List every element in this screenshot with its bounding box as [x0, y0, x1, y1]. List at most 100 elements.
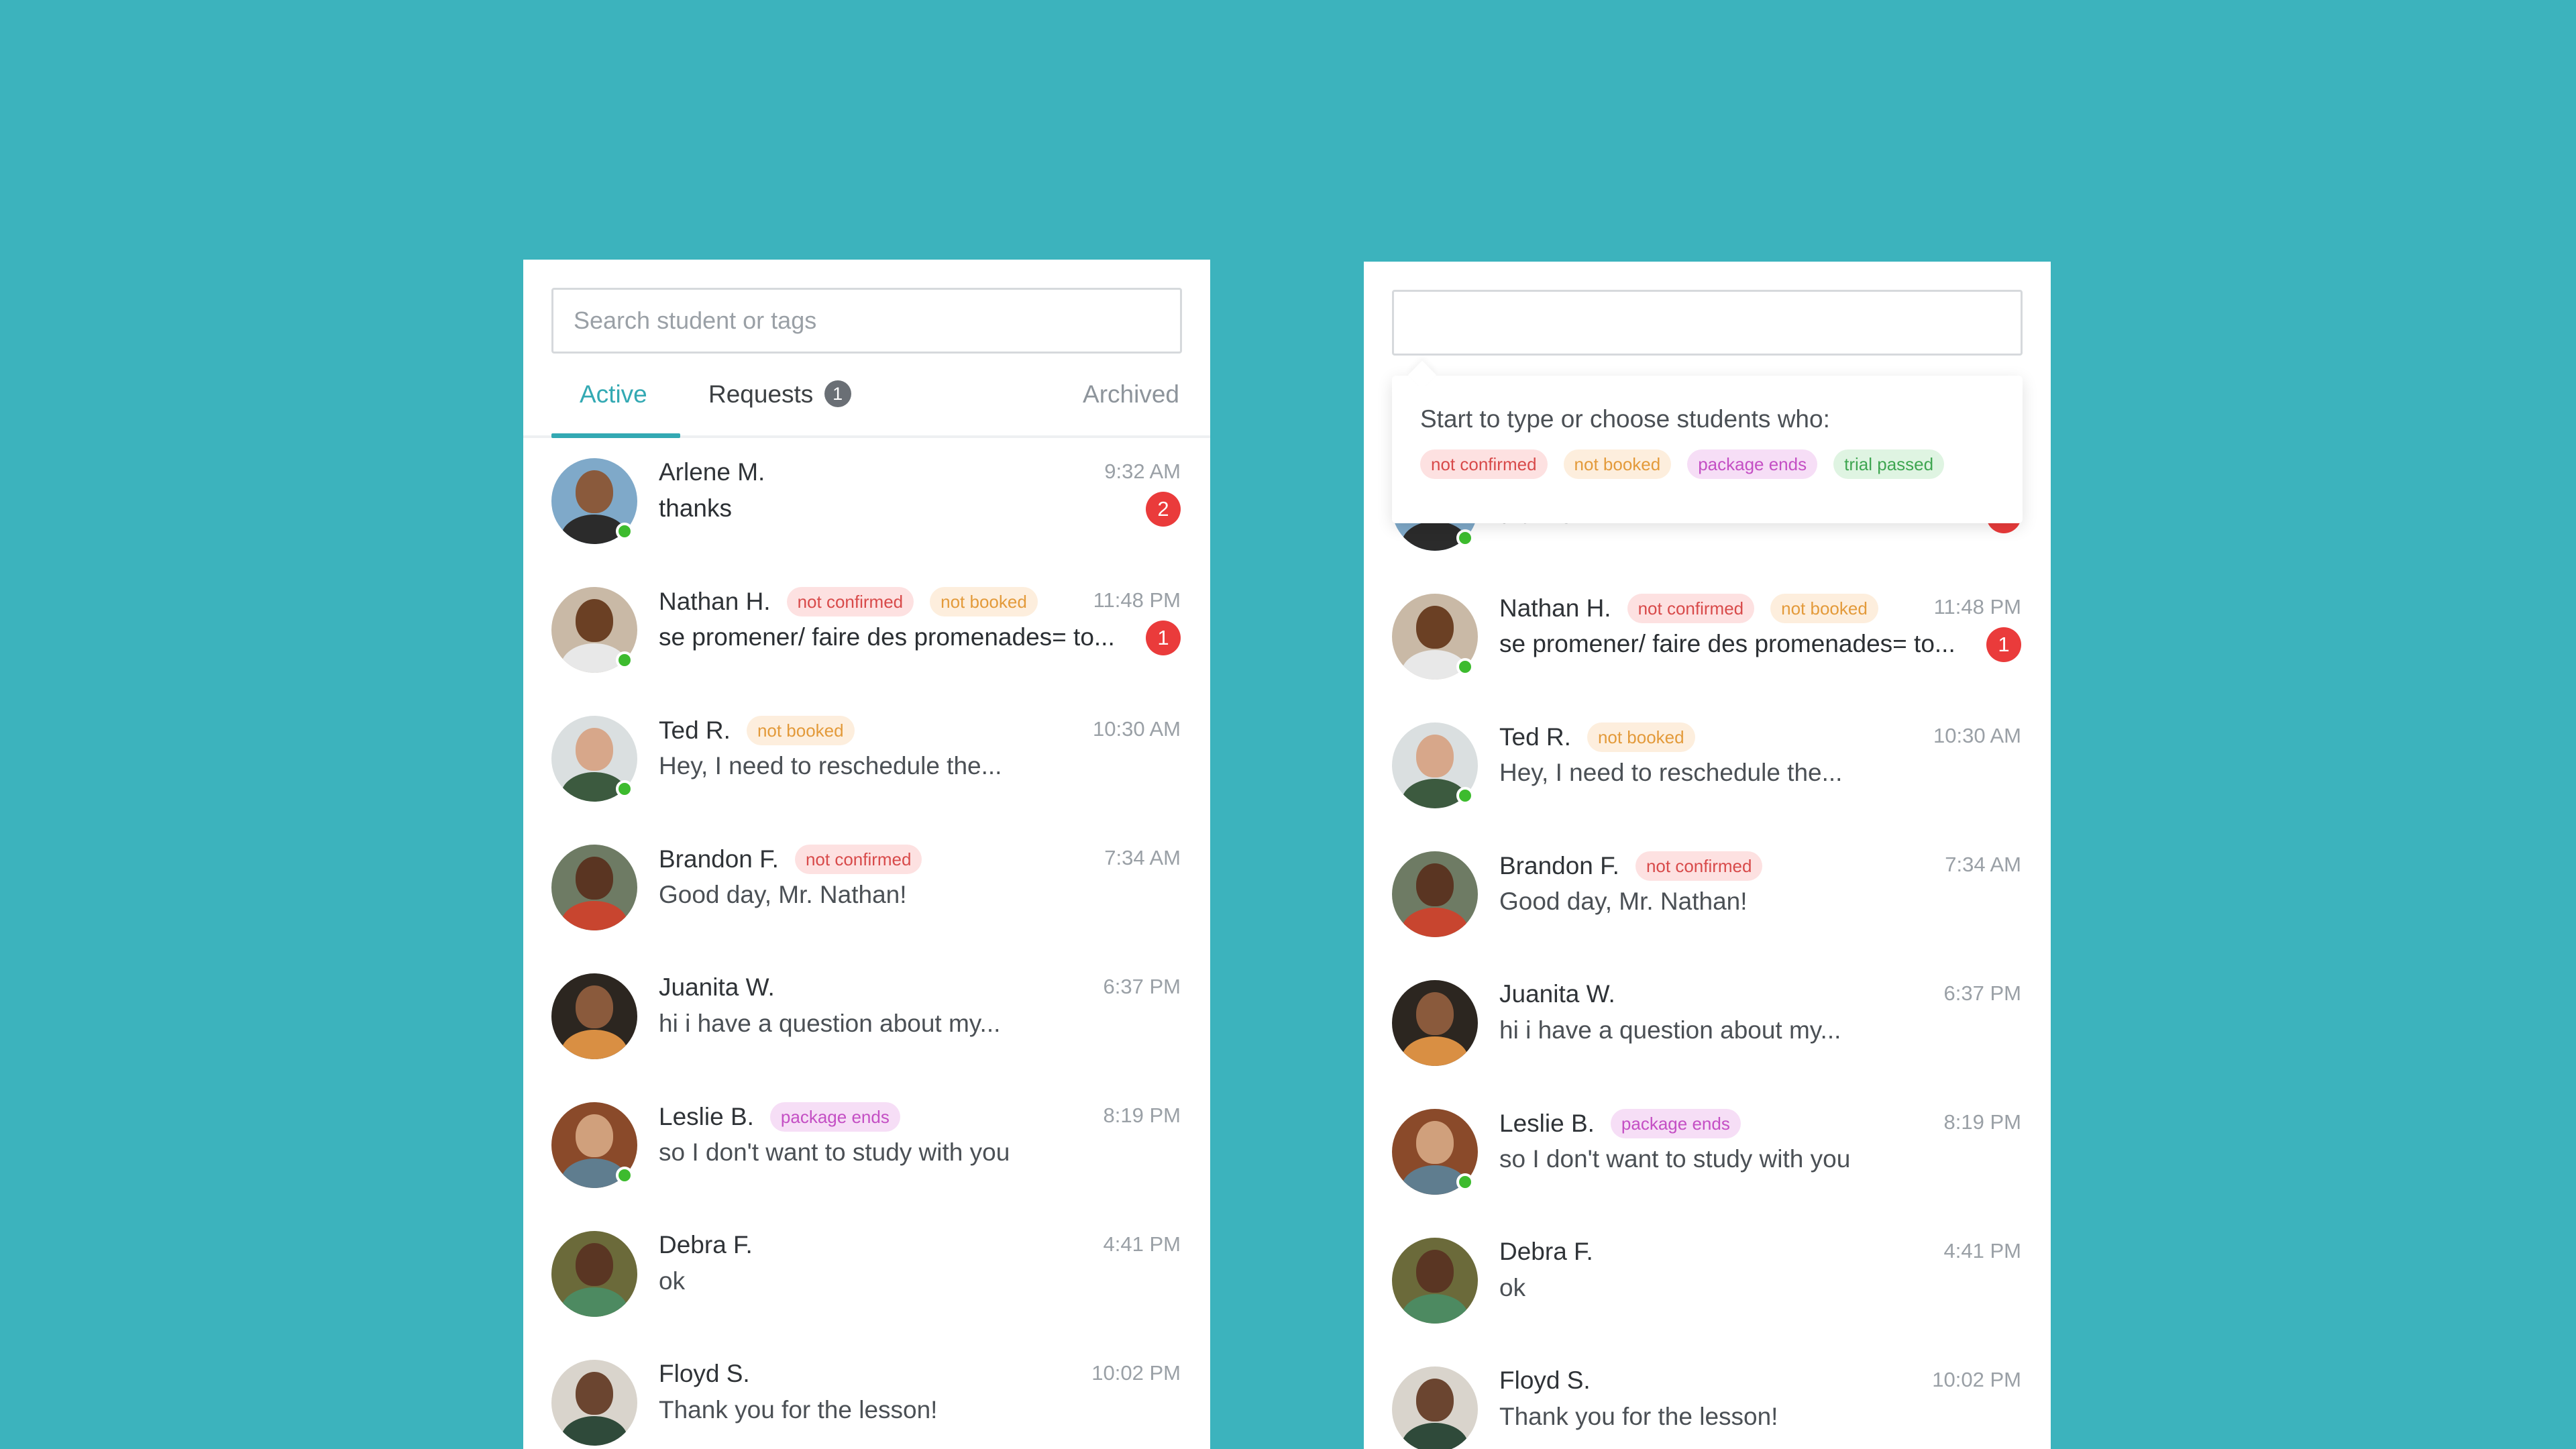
tag-package-ends: package ends: [769, 1102, 900, 1132]
conversation-list: Arlene M. thanks 9:32 AM 2 Nathan H. not…: [1364, 454, 2051, 1449]
tag-not-booked: not booked: [1770, 594, 1878, 623]
last-message-preview: Hey, I need to reschedule the...: [1499, 759, 1843, 786]
last-message-preview: thanks: [659, 494, 733, 522]
student-name: Juanita W.: [659, 973, 775, 1001]
filter-tag-package-ends[interactable]: package ends: [1687, 449, 1818, 479]
last-message-preview: so I don't want to study with you: [659, 1138, 1010, 1166]
avatar[interactable]: [1392, 851, 1478, 937]
tag-not-confirmed: not confirmed: [786, 587, 914, 616]
conversation-row[interactable]: Ted R. not booked Hey, I need to resched…: [1364, 712, 2051, 841]
tag-not-booked: not booked: [746, 716, 855, 745]
student-name-line: Nathan H. not confirmed not booked: [1499, 594, 1878, 623]
conversation-row[interactable]: Arlene M. thanks 9:32 AM 2: [523, 447, 1210, 576]
avatar[interactable]: [1392, 1366, 1478, 1449]
chat-list-panel-default: Search student or tags Active Requests 1…: [523, 260, 1210, 1449]
tab-archived[interactable]: Archived: [1083, 380, 1179, 409]
message-timestamp: 10:30 AM: [1093, 717, 1181, 741]
chat-list-panel-filter-open: Start to type or choose students who: no…: [1364, 262, 2051, 1449]
last-message-preview: Good day, Mr. Nathan!: [659, 881, 907, 908]
avatar[interactable]: [1392, 1238, 1478, 1324]
unread-count-badge: 1: [1986, 627, 2021, 662]
last-message-preview: hi i have a question about my...: [1499, 1016, 1841, 1044]
conversation-row[interactable]: Juanita W. hi i have a question about my…: [523, 963, 1210, 1091]
avatar[interactable]: [551, 845, 637, 930]
message-timestamp: 7:34 AM: [1945, 853, 2021, 876]
message-timestamp: 4:41 PM: [1103, 1232, 1181, 1256]
message-timestamp: 10:02 PM: [1091, 1361, 1181, 1385]
online-status-icon: [1456, 658, 1474, 676]
student-name-line: Debra F.: [1499, 1238, 1593, 1266]
conversation-tabs: Active Requests 1 Archived: [523, 367, 1210, 438]
student-name: Arlene M.: [659, 458, 765, 486]
last-message-preview: so I don't want to study with you: [1499, 1145, 1851, 1173]
dropdown-title: Start to type or choose students who:: [1420, 405, 1830, 433]
conversation-row[interactable]: Brandon F. not confirmed Good day, Mr. N…: [1364, 841, 2051, 969]
student-name-line: Leslie B. package ends: [659, 1102, 900, 1132]
message-timestamp: 10:02 PM: [1932, 1368, 2021, 1391]
student-name-line: Arlene M.: [659, 458, 765, 486]
message-timestamp: 8:19 PM: [1943, 1110, 2021, 1134]
message-timestamp: 10:30 AM: [1933, 724, 2021, 747]
student-name-line: Floyd S.: [1499, 1366, 1591, 1395]
last-message-preview: Good day, Mr. Nathan!: [1499, 888, 1748, 915]
tab-active[interactable]: Active: [580, 380, 647, 409]
avatar[interactable]: [1392, 980, 1478, 1066]
message-timestamp: 6:37 PM: [1943, 981, 2021, 1005]
conversation-row[interactable]: Ted R. not booked Hey, I need to resched…: [523, 705, 1210, 834]
message-timestamp: 8:19 PM: [1103, 1104, 1181, 1127]
student-name: Ted R.: [659, 716, 731, 744]
conversation-row[interactable]: Floyd S. Thank you for the lesson! 10:02…: [1364, 1356, 2051, 1449]
tag-not-confirmed: not confirmed: [794, 845, 922, 874]
conversation-row[interactable]: Debra F. ok 4:41 PM: [523, 1220, 1210, 1349]
avatar[interactable]: [551, 1231, 637, 1317]
last-message-preview: Hey, I need to reschedule the...: [659, 752, 1002, 780]
conversation-row[interactable]: Brandon F. not confirmed Good day, Mr. N…: [523, 834, 1210, 963]
student-name-line: Leslie B. package ends: [1499, 1109, 1741, 1138]
student-name-line: Juanita W.: [1499, 980, 1615, 1008]
tab-requests[interactable]: Requests 1: [708, 380, 851, 409]
tag-not-confirmed: not confirmed: [1635, 851, 1763, 881]
search-input[interactable]: Search student or tags: [551, 288, 1182, 354]
message-timestamp: 11:48 PM: [1093, 588, 1181, 612]
filter-tag-trial-passed[interactable]: trial passed: [1833, 449, 1945, 479]
avatar[interactable]: [551, 973, 637, 1059]
student-name: Brandon F.: [659, 845, 779, 873]
tag-not-booked: not booked: [930, 587, 1038, 616]
online-status-icon: [1456, 529, 1474, 547]
message-timestamp: 6:37 PM: [1103, 975, 1181, 998]
student-name-line: Juanita W.: [659, 973, 775, 1002]
student-name: Leslie B.: [659, 1103, 754, 1130]
last-message-preview: Thank you for the lesson!: [1499, 1403, 1778, 1430]
online-status-icon: [616, 1167, 633, 1184]
search-input-focused[interactable]: [1392, 290, 2023, 356]
last-message-preview: ok: [1499, 1274, 1526, 1301]
student-name: Nathan H.: [1499, 594, 1611, 622]
student-name-line: Brandon F. not confirmed: [1499, 851, 1763, 881]
online-status-icon: [1456, 787, 1474, 804]
conversation-row[interactable]: Leslie B. package ends so I don't want t…: [1364, 1098, 2051, 1227]
conversation-row[interactable]: Nathan H. not confirmed not booked se pro…: [523, 576, 1210, 705]
tag-not-confirmed: not confirmed: [1627, 594, 1755, 623]
conversation-row[interactable]: Floyd S. Thank you for the lesson! 10:02…: [523, 1349, 1210, 1449]
student-name: Debra F.: [1499, 1238, 1593, 1265]
last-message-preview: ok: [659, 1267, 686, 1295]
online-status-icon: [616, 523, 633, 540]
conversation-row[interactable]: Leslie B. package ends so I don't want t…: [523, 1091, 1210, 1220]
dropdown-tag-options: not confirmed not booked package ends tr…: [1404, 449, 1945, 479]
student-name-line: Nathan H. not confirmed not booked: [659, 587, 1038, 616]
student-name-line: Debra F.: [659, 1231, 753, 1259]
tab-requests-label: Requests: [708, 380, 814, 408]
student-name-line: Brandon F. not confirmed: [659, 845, 922, 874]
online-status-icon: [616, 780, 633, 798]
conversation-row[interactable]: Juanita W. hi i have a question about my…: [1364, 969, 2051, 1098]
tag-not-booked: not booked: [1587, 722, 1695, 752]
last-message-preview: se promener/ faire des promenades= to...: [659, 623, 1115, 651]
conversation-row[interactable]: Debra F. ok 4:41 PM: [1364, 1227, 2051, 1356]
message-timestamp: 4:41 PM: [1943, 1239, 2021, 1263]
filter-tag-not-booked[interactable]: not booked: [1563, 449, 1672, 479]
conversation-row[interactable]: Nathan H. not confirmed not booked se pro…: [1364, 583, 2051, 712]
student-name: Ted R.: [1499, 723, 1571, 751]
last-message-preview: Thank you for the lesson!: [659, 1396, 938, 1424]
avatar[interactable]: [551, 1360, 637, 1446]
filter-tag-not-confirmed[interactable]: not confirmed: [1420, 449, 1548, 479]
